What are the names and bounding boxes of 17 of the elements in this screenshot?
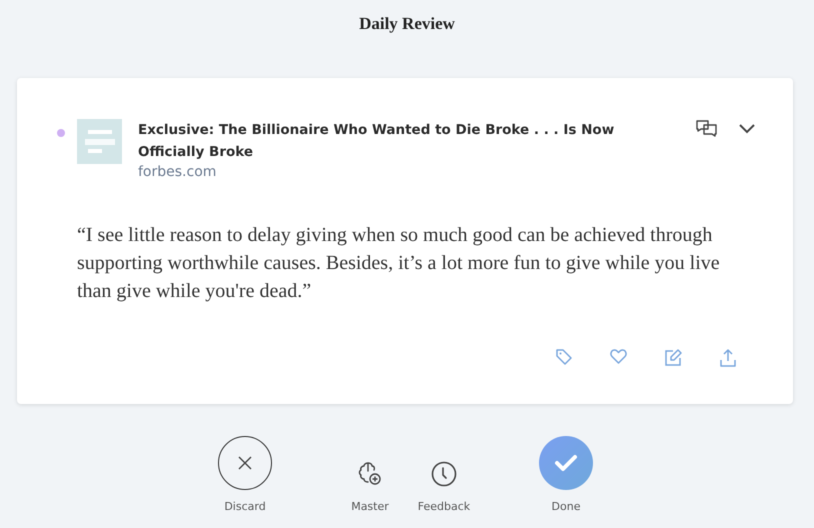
brain-plus-icon bbox=[358, 461, 382, 487]
action-label: Done bbox=[552, 500, 580, 513]
done-button[interactable] bbox=[539, 436, 593, 490]
action-label: Feedback bbox=[418, 500, 470, 513]
highlight-quote: “I see little reason to delay giving when so much good can be achieved through supporting worthwhile causes. Besides, it’s a lot more fun to give while you live than give while you're dead.” bbox=[77, 223, 721, 304]
chat-icon[interactable] bbox=[695, 119, 719, 139]
checkmark-icon bbox=[554, 453, 578, 473]
close-icon bbox=[238, 456, 252, 470]
article-thumbnail bbox=[77, 119, 122, 164]
chevron-down-icon[interactable] bbox=[739, 124, 755, 134]
discard-button[interactable] bbox=[218, 436, 272, 490]
article-title[interactable]: Exclusive: The Billionaire Who Wanted to Die Broke . . . Is Now Officially Broke bbox=[138, 119, 628, 163]
page-title: Daily Review bbox=[358, 13, 456, 34]
clock-icon bbox=[431, 461, 457, 487]
source-domain: forbes.com bbox=[138, 164, 218, 180]
action-label: Master bbox=[351, 500, 389, 513]
action-label: Discard bbox=[224, 500, 266, 513]
